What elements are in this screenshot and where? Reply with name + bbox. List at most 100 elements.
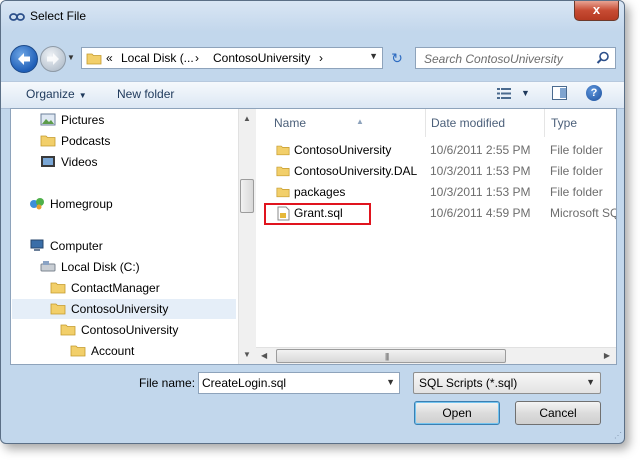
file-list: ▲ Name Date modified Type ContosoUnivers… (256, 109, 616, 364)
nav-item-pictures[interactable]: Pictures (40, 110, 104, 130)
breadcrumb-separator[interactable]: › (319, 51, 323, 65)
chevron-down-icon[interactable]: ▼ (386, 377, 395, 387)
column-header-date[interactable]: Date modified (425, 109, 545, 137)
back-button[interactable] (10, 45, 38, 73)
folder-icon (50, 282, 66, 294)
navigation-pane: Pictures Podcasts Videos Homegroup Compu… (11, 109, 237, 364)
nav-pane-scrollbar[interactable]: ▲ ▼ (238, 109, 256, 364)
scroll-left-icon[interactable]: ◀ (261, 351, 267, 360)
nav-item-label: ContactManager (71, 281, 160, 295)
nav-item-label: ContosoUniversity (71, 302, 169, 316)
file-type: Microsoft SQ (550, 206, 616, 220)
nav-item-contactmanager[interactable]: ContactManager (50, 278, 160, 298)
preview-pane-shape (560, 88, 566, 98)
nav-item-computer[interactable]: Computer (29, 236, 103, 256)
forward-button[interactable] (40, 46, 66, 72)
title-bar[interactable]: Select File x (1, 1, 624, 31)
computer-icon (30, 239, 44, 251)
back-arrow-icon (18, 53, 30, 65)
column-header-name[interactable]: ▲ Name (268, 109, 426, 137)
file-row[interactable]: ContosoUniversity.DAL 10/3/2011 1:53 PM … (256, 161, 616, 182)
file-date: 10/6/2011 4:59 PM (430, 206, 531, 220)
file-name-label: File name: (139, 376, 196, 390)
breadcrumb-contosouniversity[interactable]: ContosoUniversity (213, 51, 310, 65)
file-name: packages (294, 185, 346, 199)
videos-icon (41, 156, 55, 167)
window-title: Select File (30, 9, 87, 23)
select-file-dialog: Select File x ▼ « Local Disk (... › Cont… (0, 0, 625, 444)
nav-item-local-disk[interactable]: Local Disk (C:) (40, 257, 140, 277)
folder-icon (50, 303, 66, 315)
nav-item-contosouniversity-sub[interactable]: ContosoUniversity (60, 320, 178, 340)
organize-label: Organize (26, 87, 75, 101)
highlight-box (264, 203, 371, 225)
chevron-down-icon[interactable]: ▼ (586, 377, 595, 387)
homegroup-icon (30, 198, 44, 210)
file-type: File folder (550, 185, 603, 199)
nav-item-label: Podcasts (61, 134, 111, 148)
drive-icon (40, 261, 56, 272)
nav-item-podcasts[interactable]: Podcasts (40, 131, 110, 151)
file-list-scrollbar[interactable]: ◀ ||| ▶ (256, 347, 616, 364)
command-bar: Organize ▼ New folder ▼ ? (1, 81, 624, 109)
navigation-bar: ▼ « Local Disk (... › ContosoUniversity … (1, 31, 624, 81)
file-date: 10/6/2011 2:55 PM (430, 143, 531, 157)
view-dropdown-icon[interactable]: ▼ (521, 88, 530, 98)
nav-item-label: Computer (50, 239, 103, 253)
folder-icon (60, 324, 76, 336)
app-icon (9, 13, 25, 21)
file-type-filter-value: SQL Scripts (*.sql) (419, 376, 518, 390)
recent-locations-icon[interactable]: ▼ (67, 53, 75, 62)
file-row[interactable]: ContosoUniversity 10/6/2011 2:55 PM File… (256, 140, 616, 161)
nav-item-label: Local Disk (C:) (61, 260, 140, 274)
file-type-filter[interactable]: SQL Scripts (*.sql) ▼ (413, 372, 601, 394)
address-bar[interactable]: « Local Disk (... › ContosoUniversity › … (81, 47, 383, 69)
nav-item-label: Pictures (61, 113, 105, 127)
pictures-icon (40, 113, 56, 126)
file-type: File folder (550, 143, 603, 157)
column-header-type[interactable]: Type (545, 109, 616, 137)
open-button[interactable]: Open (414, 401, 500, 425)
file-name: ContosoUniversity.DAL (294, 164, 418, 178)
breadcrumb-overflow[interactable]: « (106, 51, 113, 65)
breadcrumb-local-disk[interactable]: Local Disk (... (121, 51, 194, 65)
browser-area: Pictures Podcasts Videos Homegroup Compu… (10, 108, 617, 365)
file-date: 10/3/2011 1:53 PM (430, 164, 531, 178)
folder-icon (276, 166, 290, 177)
address-dropdown-icon[interactable]: ▼ (369, 51, 378, 61)
nav-item-homegroup[interactable]: Homegroup (29, 194, 113, 214)
scroll-up-icon[interactable]: ▲ (243, 114, 251, 123)
forward-arrow-icon (47, 53, 59, 65)
nav-item-account[interactable]: Account (70, 341, 134, 361)
scrollbar-thumb[interactable]: ||| (276, 349, 506, 363)
nav-item-contosouniversity-selected[interactable]: ContosoUniversity (12, 299, 236, 319)
resize-grip-icon[interactable]: ⋰ (614, 431, 622, 440)
file-date: 10/3/2011 1:53 PM (430, 185, 531, 199)
preview-pane-icon[interactable] (552, 86, 567, 100)
file-name: ContosoUniversity (294, 143, 392, 157)
nav-item-videos[interactable]: Videos (40, 152, 97, 172)
organize-button[interactable]: Organize ▼ (26, 87, 87, 101)
close-button[interactable]: x (574, 1, 619, 21)
cancel-button[interactable]: Cancel (515, 401, 601, 425)
help-icon[interactable]: ? (586, 85, 602, 101)
column-header-label: Name (274, 116, 307, 130)
search-icon[interactable] (596, 51, 610, 65)
view-options-icon[interactable] (497, 88, 511, 99)
search-input[interactable]: Search ContosoUniversity (415, 47, 616, 69)
file-name-input[interactable]: CreateLogin.sql ▼ (198, 372, 400, 394)
folder-icon (40, 135, 56, 147)
file-name-value: CreateLogin.sql (202, 376, 287, 390)
chevron-down-icon: ▼ (78, 91, 87, 100)
scrollbar-thumb[interactable] (240, 179, 254, 213)
scroll-down-icon[interactable]: ▼ (243, 350, 251, 359)
file-row[interactable]: packages 10/3/2011 1:53 PM File folder (256, 182, 616, 203)
new-folder-button[interactable]: New folder (117, 87, 174, 101)
breadcrumb-separator[interactable]: › (195, 51, 199, 65)
nav-item-label: Videos (61, 155, 98, 169)
nav-item-label: ContosoUniversity (81, 323, 179, 337)
folder-icon (70, 345, 86, 357)
sort-ascending-icon: ▲ (356, 117, 364, 126)
scroll-right-icon[interactable]: ▶ (604, 351, 610, 360)
refresh-button[interactable]: ↻ (386, 47, 408, 69)
